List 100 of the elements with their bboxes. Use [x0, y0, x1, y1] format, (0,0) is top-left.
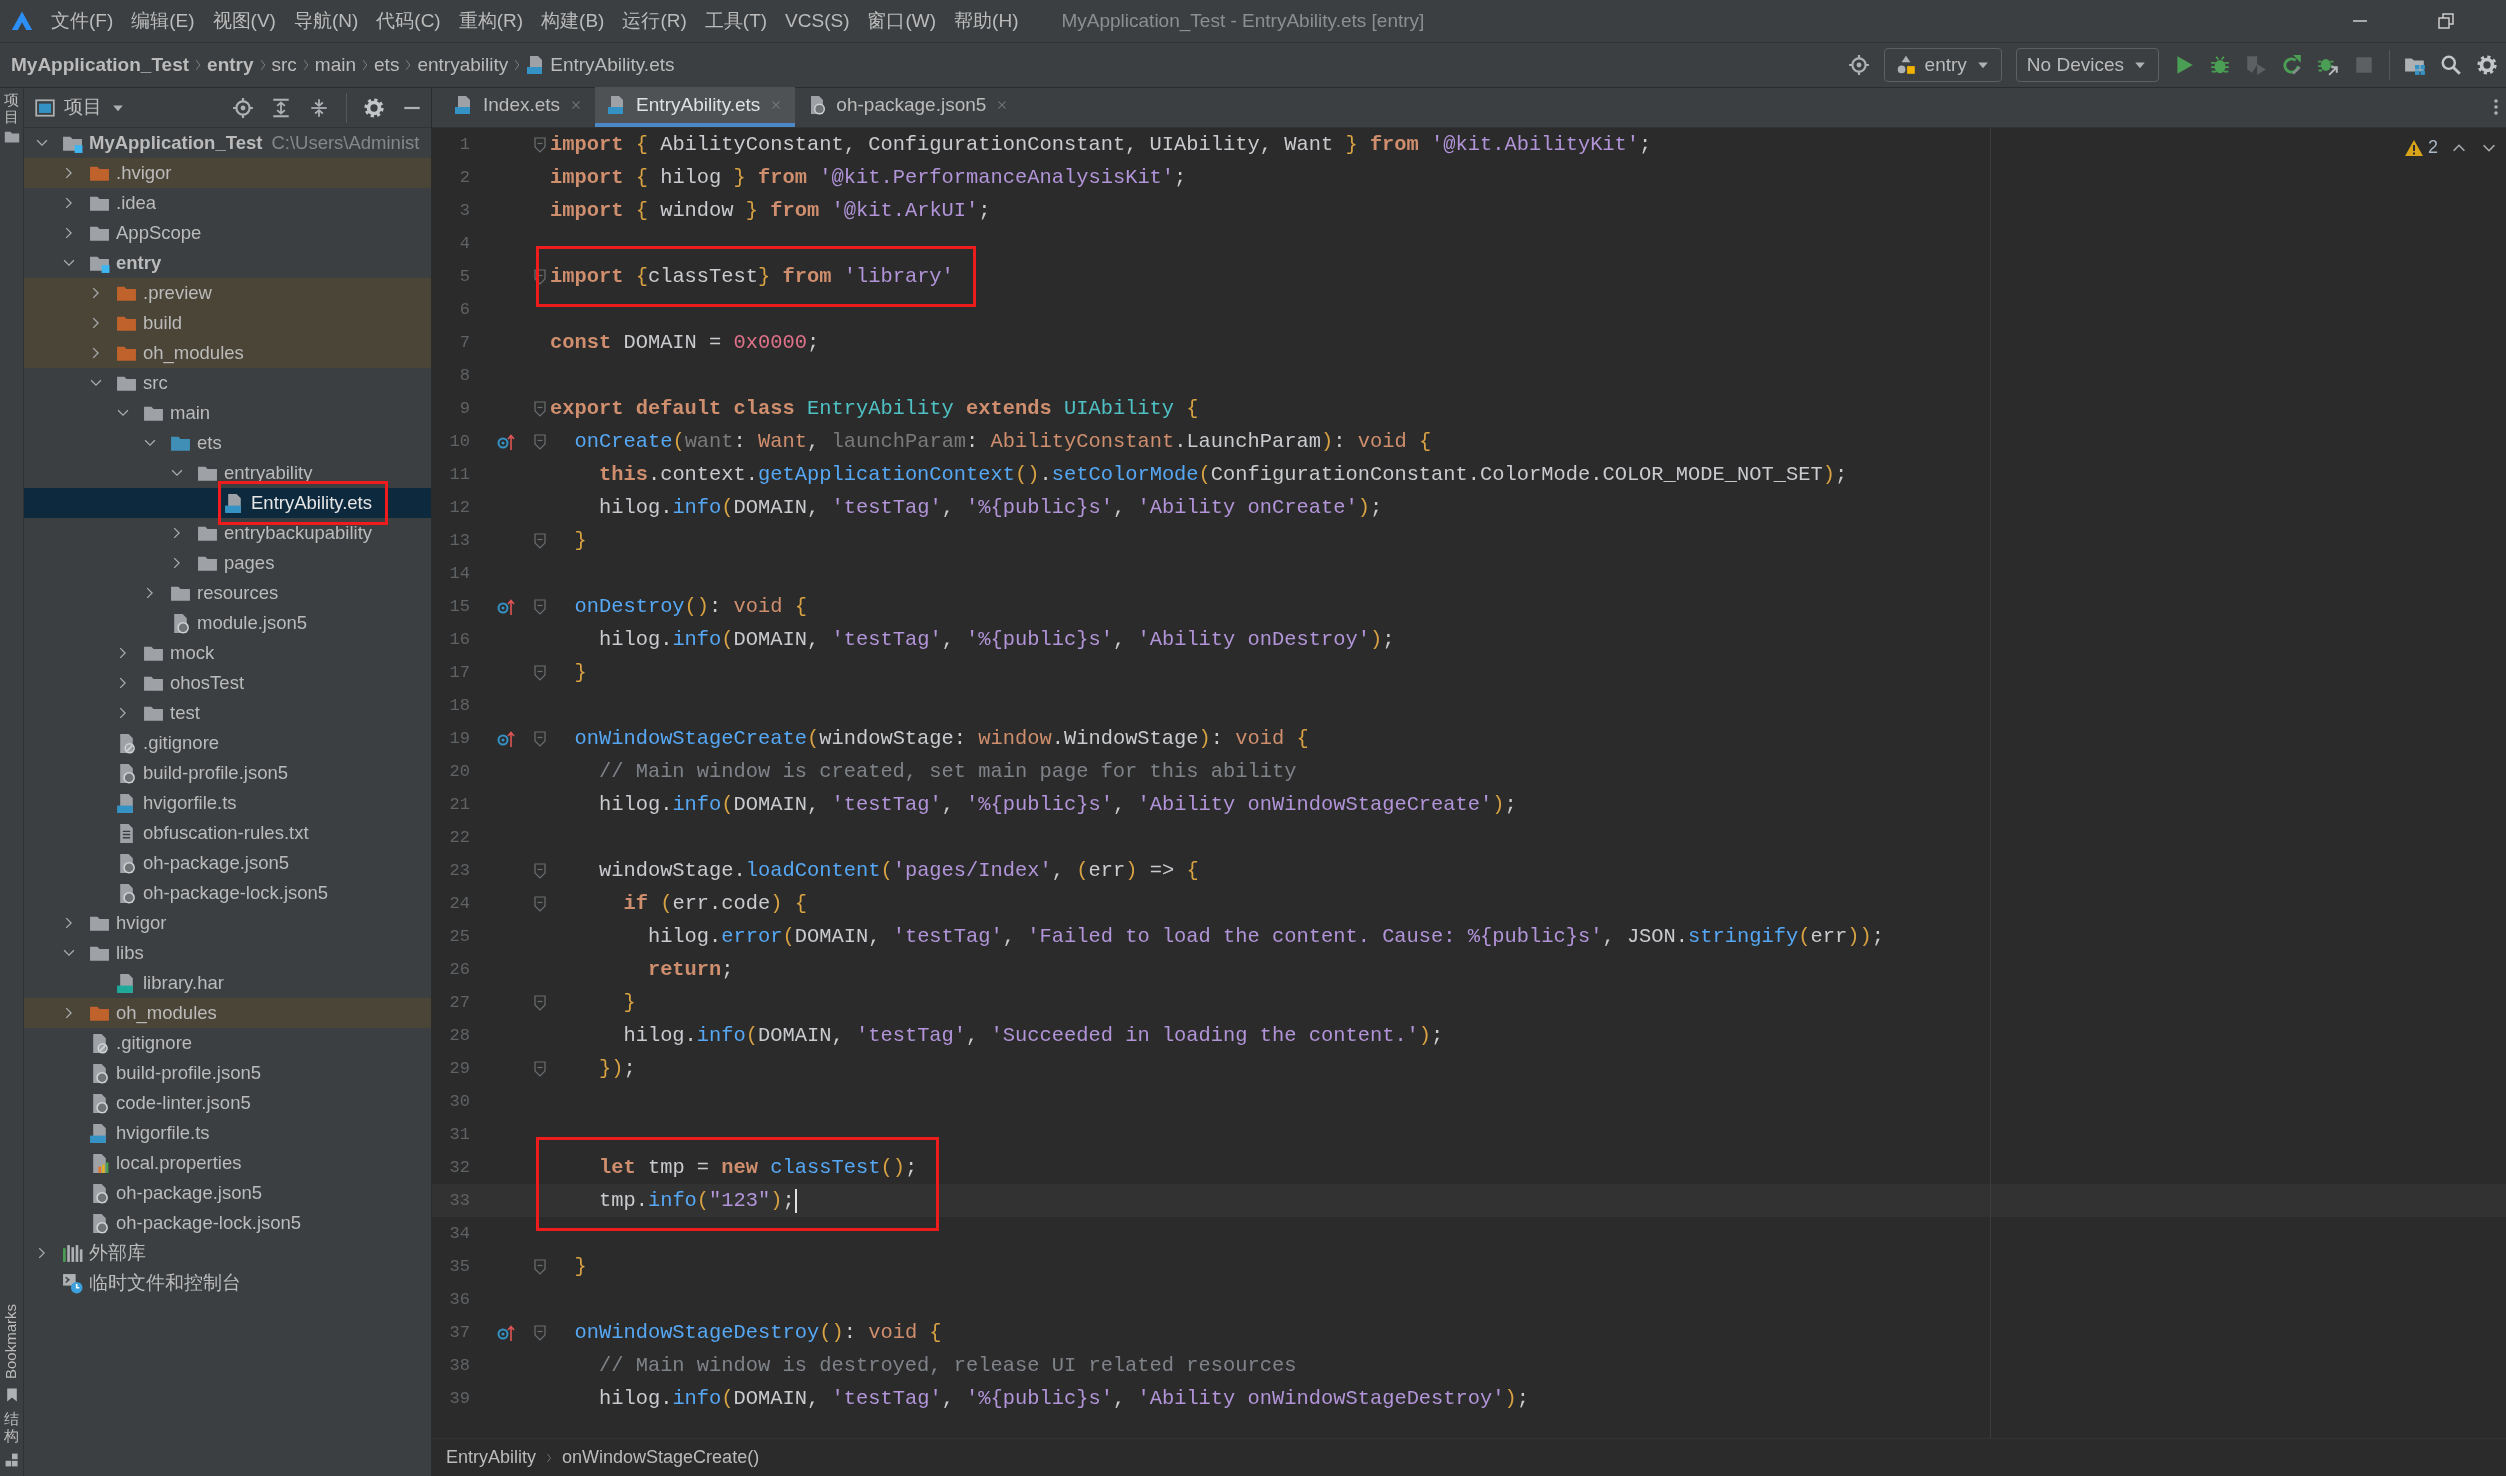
- tree-item[interactable]: obfuscation-rules.txt: [24, 818, 431, 848]
- line-number: 7: [458, 332, 470, 354]
- tree-item[interactable]: hvigorfile.ts: [24, 1118, 431, 1148]
- fold-icon[interactable]: [533, 895, 547, 912]
- tree-item[interactable]: oh-package-lock.json5: [24, 878, 431, 908]
- problems-indicator[interactable]: 2: [2404, 134, 2438, 161]
- collapse-all-icon[interactable]: [308, 96, 330, 119]
- menu-item[interactable]: 重构(R): [449, 6, 533, 36]
- tool-window-tab[interactable]: Bookmarks: [0, 1303, 23, 1379]
- tree-item[interactable]: entrybackupability: [24, 518, 431, 548]
- tree-item[interactable]: code-linter.json5: [24, 1088, 431, 1118]
- fold-icon[interactable]: [533, 268, 547, 285]
- editor-tab[interactable]: EntryAbility.ets: [595, 87, 796, 127]
- fold-icon[interactable]: [533, 1258, 547, 1275]
- tree-item[interactable]: ets: [24, 428, 431, 458]
- tree-item[interactable]: .hvigor: [24, 158, 431, 188]
- fold-icon[interactable]: [533, 1324, 547, 1341]
- tree-item[interactable]: .gitignore: [24, 1028, 431, 1058]
- menu-item[interactable]: 视图(V): [203, 6, 285, 36]
- breadcrumb-item[interactable]: entry: [204, 50, 257, 80]
- tree-item[interactable]: resources: [24, 578, 431, 608]
- tool-window-tab[interactable]: 结构: [4, 1411, 19, 1444]
- menu-item[interactable]: 代码(C): [367, 6, 450, 36]
- run-config-dropdown[interactable]: entry: [1883, 48, 2002, 82]
- tree-item[interactable]: libs: [24, 938, 431, 968]
- menu-item[interactable]: 运行(R): [613, 6, 696, 36]
- tree-item[interactable]: EntryAbility.ets: [24, 488, 431, 518]
- rerun-icon[interactable]: [2281, 54, 2303, 76]
- menu-item[interactable]: 工具(T): [695, 6, 777, 36]
- menu-item[interactable]: 导航(N): [284, 6, 368, 36]
- fold-icon[interactable]: [533, 433, 547, 450]
- target-icon[interactable]: [232, 96, 254, 119]
- menu-item[interactable]: 窗口(W): [858, 6, 946, 36]
- breadcrumb-item[interactable]: main: [311, 50, 360, 80]
- editor-tab[interactable]: oh-package.json5: [795, 87, 1022, 127]
- code-line: }: [622, 990, 636, 1016]
- tree-item[interactable]: ohosTest: [24, 668, 431, 698]
- breadcrumb-item[interactable]: entryability: [414, 50, 512, 80]
- settings-icon[interactable]: [363, 96, 385, 119]
- tree-item[interactable]: build-profile.json5: [24, 758, 431, 788]
- breadcrumb-item[interactable]: onWindowStageCreate(): [562, 1444, 760, 1471]
- tree-item[interactable]: src: [24, 368, 431, 398]
- panel-title-dropdown[interactable]: 项目: [34, 93, 126, 122]
- tree-item[interactable]: 外部库: [24, 1238, 431, 1268]
- tree-item[interactable]: MyApplication_Test C:\Users\Administ: [24, 128, 431, 158]
- tree-item[interactable]: oh-package.json5: [24, 1178, 431, 1208]
- menu-item[interactable]: VCS(S): [776, 6, 859, 36]
- fold-icon[interactable]: [533, 664, 547, 681]
- tree-item[interactable]: hvigor: [24, 908, 431, 938]
- tree-item[interactable]: mock: [24, 638, 431, 668]
- code-line: }: [573, 1254, 587, 1280]
- tree-item[interactable]: .idea: [24, 188, 431, 218]
- tree-item[interactable]: pages: [24, 548, 431, 578]
- fold-icon[interactable]: [533, 994, 547, 1011]
- breadcrumb-item[interactable]: MyApplication_Test: [8, 50, 193, 80]
- tree-item[interactable]: test: [24, 698, 431, 728]
- menu-item[interactable]: 文件(F): [42, 6, 123, 36]
- menu-item[interactable]: 帮助(H): [945, 6, 1028, 36]
- search-icon[interactable]: [2440, 54, 2462, 76]
- menu-item[interactable]: 编辑(E): [122, 6, 204, 36]
- menu-item[interactable]: 构建(B): [532, 6, 614, 36]
- tree-item[interactable]: main: [24, 398, 431, 428]
- line-number: 30: [448, 1091, 470, 1113]
- line-number: 20: [448, 761, 470, 783]
- breadcrumb-item[interactable]: ets: [371, 50, 403, 80]
- fold-icon[interactable]: [533, 598, 547, 615]
- fold-icon[interactable]: [533, 1060, 547, 1077]
- tree-item[interactable]: module.json5: [24, 608, 431, 638]
- tree-item[interactable]: build-profile.json5: [24, 1058, 431, 1088]
- fold-icon[interactable]: [533, 136, 547, 153]
- line-number: 14: [448, 563, 470, 585]
- breadcrumb-item[interactable]: src: [268, 50, 300, 80]
- tree-item[interactable]: AppScope: [24, 218, 431, 248]
- breadcrumb-item[interactable]: EntryAbility: [446, 1444, 537, 1471]
- tree-item[interactable]: oh_modules: [24, 338, 431, 368]
- tree-item[interactable]: .preview: [24, 278, 431, 308]
- fold-icon[interactable]: [533, 730, 547, 747]
- editor-tab[interactable]: Index.ets: [442, 87, 596, 127]
- fold-icon[interactable]: [533, 862, 547, 879]
- tree-item[interactable]: hvigorfile.ts: [24, 788, 431, 818]
- target-icon[interactable]: [1847, 54, 1870, 76]
- tree-item[interactable]: .gitignore: [24, 728, 431, 758]
- device-dropdown[interactable]: No Devices: [2015, 48, 2159, 82]
- settings-icon[interactable]: [2476, 54, 2498, 76]
- tool-window-tab[interactable]: 项目: [4, 92, 19, 125]
- bug-icon[interactable]: [2209, 54, 2231, 76]
- breadcrumb-item[interactable]: EntryAbility.ets: [523, 50, 678, 80]
- expand-all-icon[interactable]: [270, 96, 292, 119]
- tree-item[interactable]: oh_modules: [24, 998, 431, 1028]
- fold-icon[interactable]: [533, 400, 547, 417]
- tree-item[interactable]: oh-package-lock.json5: [24, 1208, 431, 1238]
- tree-item[interactable]: oh-package.json5: [24, 848, 431, 878]
- fold-icon[interactable]: [533, 532, 547, 549]
- tree-item[interactable]: build: [24, 308, 431, 338]
- tree-item[interactable]: entry: [24, 248, 431, 278]
- restore-icon[interactable]: [2436, 11, 2456, 31]
- tree-item[interactable]: library.har: [24, 968, 431, 998]
- tree-item[interactable]: entryability: [24, 458, 431, 488]
- tree-item[interactable]: local.properties: [24, 1148, 431, 1178]
- tree-item[interactable]: 临时文件和控制台: [24, 1268, 431, 1298]
